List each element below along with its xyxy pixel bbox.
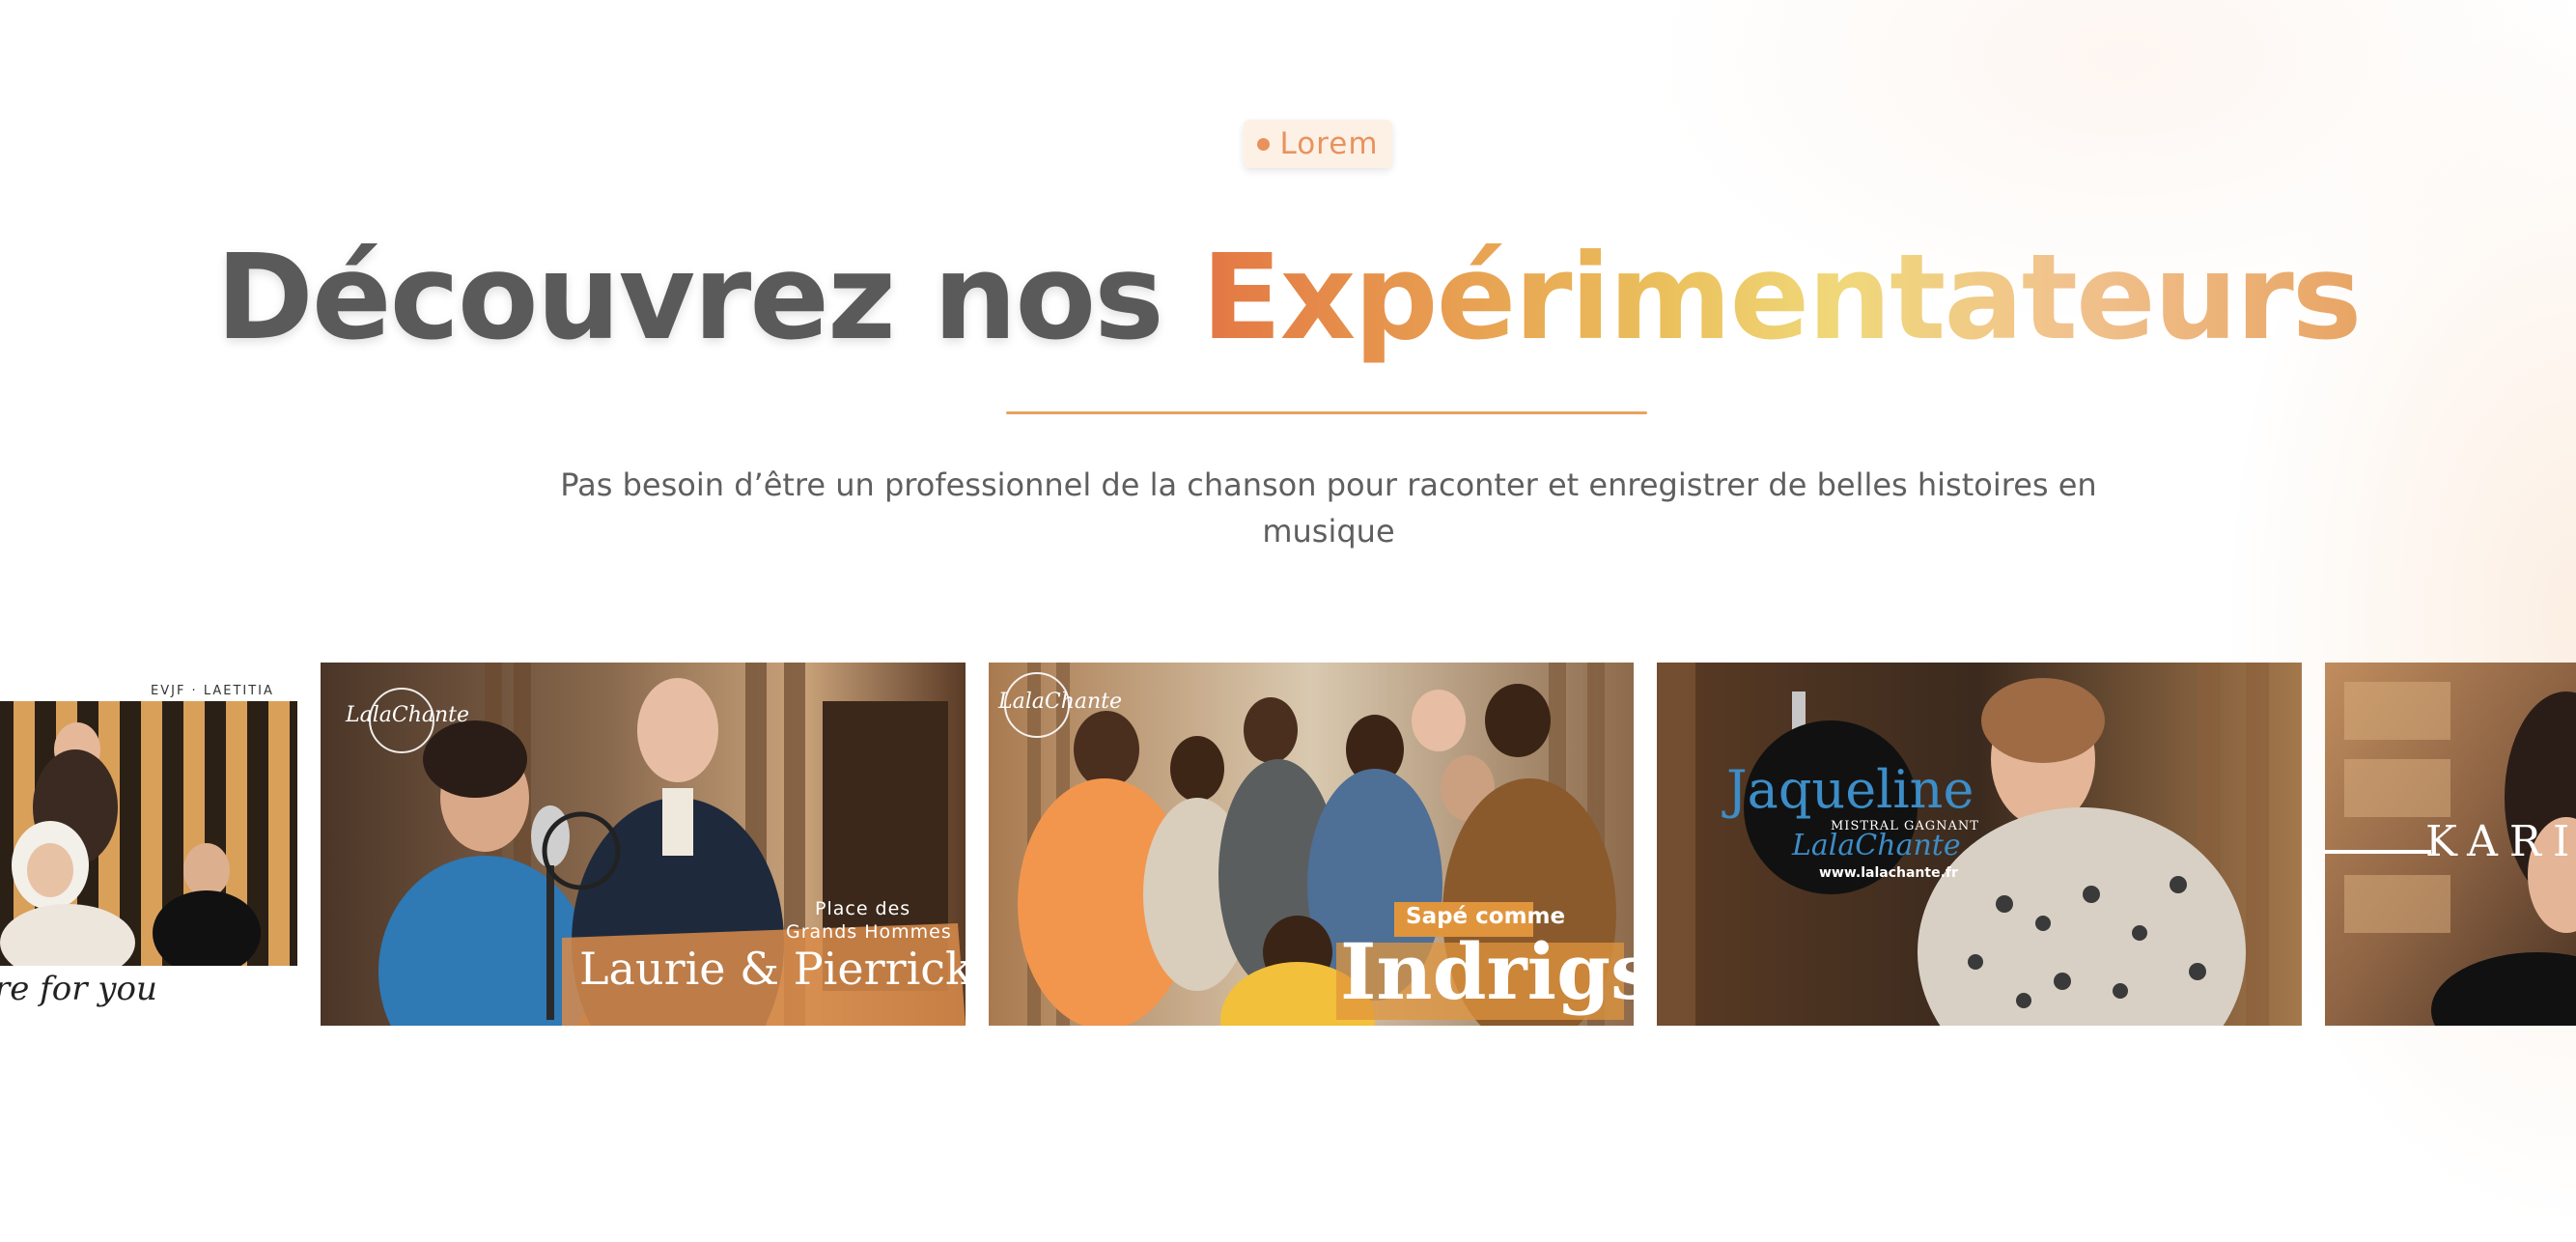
experimenters-carousel[interactable]: EVJF · LAETITIA re for you LalaChante Pl… bbox=[0, 663, 2576, 1026]
card-name: Jaqueline bbox=[1726, 759, 1974, 820]
video-card-indrigs[interactable]: LalaChante Sapé comme Indrigs bbox=[989, 663, 1634, 1026]
section-subtitle-line1: Pas besoin d’être un professionnel de la… bbox=[560, 466, 2097, 503]
card-logo-text: LalaChante bbox=[998, 690, 1123, 714]
card-url: www.lalachante.fr bbox=[1819, 865, 1958, 881]
video-card-evjf[interactable]: EVJF · LAETITIA re for you bbox=[0, 663, 299, 1026]
video-thumbnail-image bbox=[1657, 663, 2302, 1026]
video-card-jaqueline[interactable]: Jaqueline MISTRAL GAGNANT LalaChante www… bbox=[1657, 663, 2302, 1026]
video-card-laurie-pierrick[interactable]: LalaChante Place des Grands Hommes Lauri… bbox=[321, 663, 966, 1026]
section-title-highlight: Expérimentateurs bbox=[1201, 229, 2362, 366]
card-caption-top: EVJF · LAETITIA bbox=[151, 684, 274, 698]
card-logo-text: LalaChante bbox=[346, 703, 470, 727]
video-card-kari[interactable]: KARI bbox=[2325, 663, 2576, 1026]
section-subtitle: Pas besoin d’être un professionnel de la… bbox=[521, 462, 2136, 554]
section-badge: Lorem bbox=[1244, 120, 1392, 168]
card-title: KARI bbox=[2425, 817, 2576, 866]
card-title: Laurie & Pierrick bbox=[579, 943, 966, 995]
badge-dot-icon bbox=[1257, 137, 1271, 151]
card-title: Indrigs bbox=[1340, 926, 1634, 1017]
card-place-line2: Grands Hommes bbox=[786, 921, 952, 943]
page: Lorem Découvrez nos Expérimentateurs Pas… bbox=[0, 0, 2576, 1242]
title-divider bbox=[1006, 411, 1647, 414]
section-title: Découvrez nos Expérimentateurs bbox=[0, 220, 2576, 375]
card-logo-text: LalaChante bbox=[1792, 829, 1961, 862]
badge-label: Lorem bbox=[1279, 127, 1379, 161]
section-subtitle-line2: musique bbox=[1262, 513, 1395, 550]
card-caption-bottom: re for you bbox=[0, 970, 157, 1008]
section-title-part1: Découvrez nos bbox=[215, 229, 1202, 366]
card-place-line1: Place des bbox=[815, 898, 911, 919]
